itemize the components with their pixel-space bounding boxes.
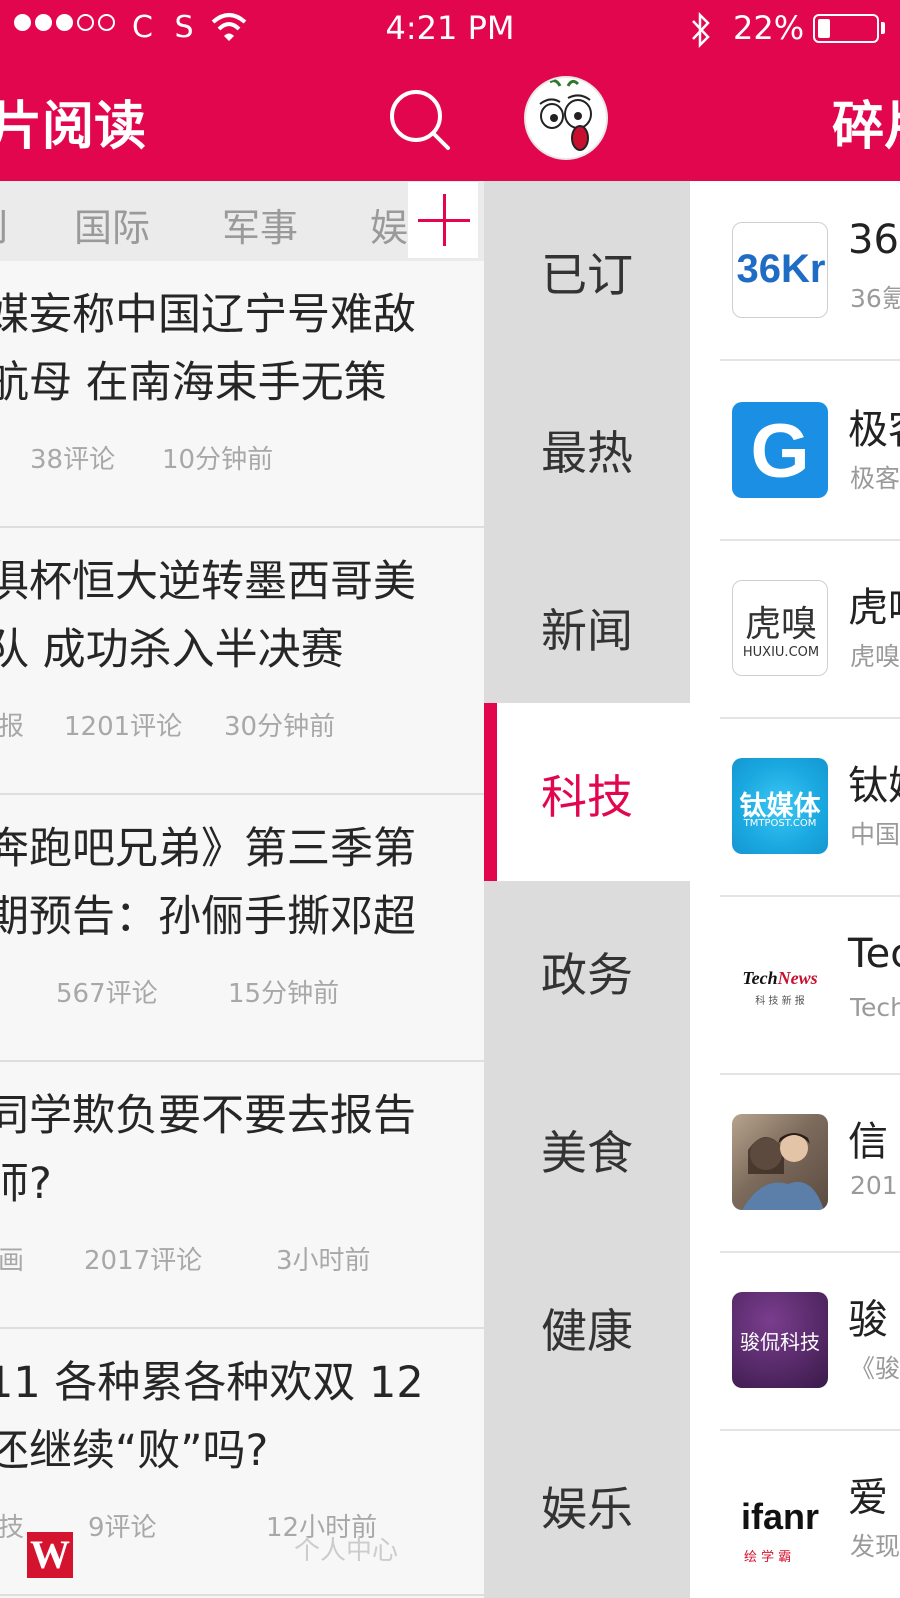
source-item-geek[interactable]: G 极客 极客 — [690, 361, 900, 541]
main-screen: 片阅读 亅 国际 军事 娱 媒妄称中国辽宁号难敌 航母 在南海束手无策 38评论… — [0, 58, 484, 1598]
news-comments: 1201评论 — [64, 712, 183, 742]
source-desc: 发现 — [850, 1532, 900, 1561]
source-item-junkan[interactable]: 骏侃科技 骏 《骏 — [690, 1251, 900, 1431]
news-source: 技 — [0, 1513, 25, 1543]
battery-percent: 22% — [733, 9, 805, 47]
source-name: Tec — [848, 931, 900, 977]
category-label: 已订 — [541, 248, 633, 302]
battery-tip — [881, 22, 885, 34]
drawer-title: 碎片 — [832, 97, 900, 157]
news-time: 10分钟前 — [162, 445, 274, 475]
profile-center-link[interactable]: 个人中心 — [294, 1530, 398, 1567]
news-time: 30分钟前 — [224, 712, 336, 742]
source-item-huxiu[interactable]: 虎嗅 HUXIU.COM 虎嗅 虎嗅 — [690, 539, 900, 719]
source-name: 骏 — [848, 1297, 888, 1343]
tab-military[interactable]: 军事 — [222, 197, 298, 252]
source-desc: 201 — [850, 1171, 898, 1200]
source-name: 极客 — [848, 407, 900, 453]
category-tabs: 亅 国际 军事 娱 — [0, 181, 484, 261]
news-item[interactable]: 俱杯恒大逆转墨西哥美 队 成功杀入半决赛 报 1201评论 30分钟前 — [0, 528, 484, 795]
news-time: 3小时前 — [276, 1246, 371, 1276]
category-news[interactable]: 新闻 — [484, 537, 690, 715]
technews-logo-icon: TechNews 科 技 新 报 — [732, 936, 828, 1032]
news-title: 同学欺负要不要去报告 师? — [0, 1091, 416, 1209]
category-label: 科技 — [541, 770, 633, 824]
source-item-36kr[interactable]: 36Kr 36 36氪 — [690, 181, 900, 361]
news-title: 奔跑吧兄弟》第三季第 期预告：孙俪手撕邓超 — [0, 824, 416, 942]
category-list: 已订 最热 新闻 科技 政务 美食 健康 娱乐 — [484, 181, 690, 1598]
status-bar: C S 4:21 PM 22% — [0, 0, 900, 58]
category-label: 美食 — [541, 1126, 633, 1180]
category-label: 健康 — [541, 1304, 633, 1358]
news-time: 15分钟前 — [228, 979, 340, 1009]
source-desc: 36氪 — [850, 284, 900, 313]
watermark-text: 绘 学 霸 — [744, 1550, 792, 1565]
watermark-logo: W — [27, 1532, 73, 1578]
news-item[interactable]: 同学欺负要不要去报告 师? 画 2017评论 3小时前 — [0, 1062, 484, 1329]
source-desc: Tech — [850, 993, 900, 1022]
source-item-xin[interactable]: 信 201 — [690, 1073, 900, 1253]
photo-thumbnail — [732, 1114, 828, 1210]
category-subscribed[interactable]: 已订 — [484, 181, 690, 359]
category-tech[interactable]: 科技 — [484, 703, 690, 881]
source-desc: 中国 — [850, 820, 900, 849]
news-source: 画 — [0, 1246, 25, 1276]
huxiu-logo-icon: 虎嗅 HUXIU.COM — [732, 580, 828, 676]
category-label: 最热 — [541, 426, 633, 480]
category-health[interactable]: 健康 — [484, 1237, 690, 1415]
source-item-tmtpost[interactable]: 钛媒体 TMTPOST.COM 钛媒 中国 — [690, 717, 900, 897]
source-name: 爱 — [848, 1475, 888, 1521]
source-desc: 极客 — [850, 464, 900, 493]
source-list: 36Kr 36 36氪 G 极客 极客 虎嗅 HUXIU.COM 虎嗅 虎嗅 钛… — [690, 181, 900, 1598]
category-label: 娱乐 — [541, 1482, 633, 1536]
bluetooth-icon — [690, 11, 712, 52]
search-icon[interactable] — [388, 88, 454, 158]
news-title: 俱杯恒大逆转墨西哥美 队 成功杀入半决赛 — [0, 557, 416, 675]
geek-logo-icon: G — [732, 402, 828, 498]
app-header: 片阅读 — [0, 58, 484, 181]
tab-entertainment[interactable]: 娱 — [370, 197, 408, 252]
news-comments: 2017评论 — [84, 1246, 203, 1276]
news-list: 媒妄称中国辽宁号难敌 航母 在南海束手无策 38评论 10分钟前 俱杯恒大逆转墨… — [0, 261, 484, 1596]
source-name: 虎嗅 — [848, 585, 900, 631]
drawer-header: 碎片 — [484, 58, 900, 181]
source-name: 信 — [848, 1119, 888, 1165]
source-desc: 虎嗅 — [850, 642, 900, 671]
news-comments: 567评论 — [56, 979, 158, 1009]
tab-partial[interactable]: 亅 — [0, 197, 22, 252]
news-comments: 9评论 — [88, 1513, 157, 1543]
source-name: 36 — [848, 217, 899, 263]
news-item[interactable]: 媒妄称中国辽宁号难敌 航母 在南海束手无策 38评论 10分钟前 — [0, 261, 484, 528]
36kr-logo-icon: 36Kr — [732, 222, 828, 318]
user-avatar[interactable] — [524, 76, 608, 160]
source-item-ifanr[interactable]: ifanr 爱 发现 — [690, 1429, 900, 1598]
news-item[interactable]: 奔跑吧兄弟》第三季第 期预告：孙俪手撕邓超 567评论 15分钟前 — [0, 795, 484, 1062]
category-entertainment[interactable]: 娱乐 — [484, 1415, 690, 1593]
news-title: 11 各种累各种欢双 12 还继续“败”吗? — [0, 1358, 424, 1476]
tab-international[interactable]: 国际 — [74, 197, 150, 252]
battery-icon — [813, 14, 879, 43]
news-comments: 38评论 — [30, 445, 116, 475]
add-tab-icon[interactable] — [408, 182, 478, 258]
app-title: 片阅读 — [0, 97, 147, 157]
category-label: 政务 — [541, 948, 633, 1002]
category-government[interactable]: 政务 — [484, 881, 690, 1059]
tmtpost-logo-icon: 钛媒体 TMTPOST.COM — [732, 758, 828, 854]
news-source: 报 — [0, 712, 25, 742]
category-food[interactable]: 美食 — [484, 1059, 690, 1237]
source-desc: 《骏 — [850, 1354, 900, 1383]
category-hot[interactable]: 最热 — [484, 359, 690, 537]
junkan-logo-icon: 骏侃科技 — [732, 1292, 828, 1388]
source-name: 钛媒 — [848, 763, 900, 809]
category-label: 新闻 — [541, 604, 633, 658]
source-item-technews[interactable]: TechNews 科 技 新 报 Tec Tech — [690, 895, 900, 1075]
news-title: 媒妄称中国辽宁号难敌 航母 在南海束手无策 — [0, 290, 416, 408]
